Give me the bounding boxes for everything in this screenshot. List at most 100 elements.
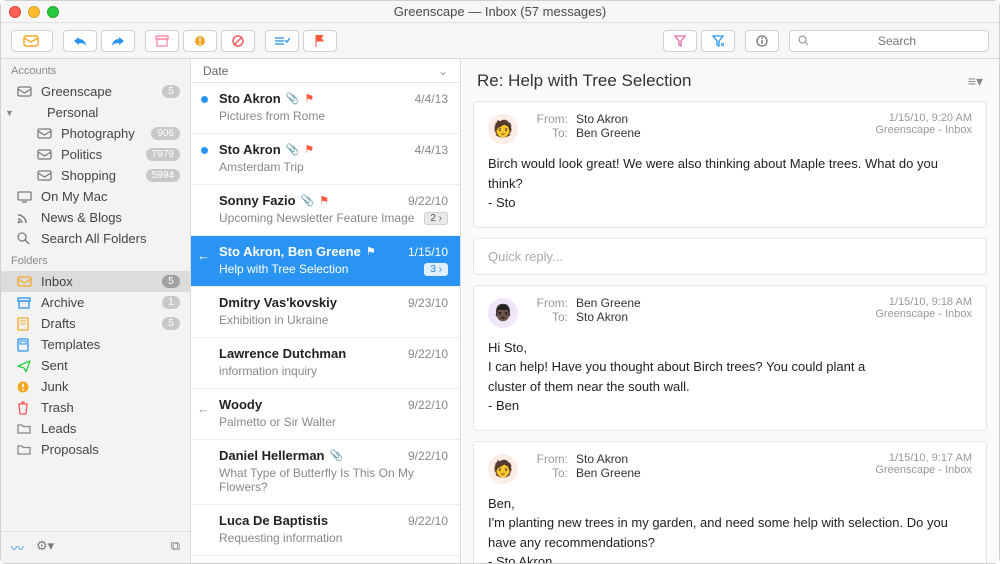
sidebar-account-item[interactable]: News & Blogs [1,207,190,228]
drafts-icon [17,317,33,331]
message-date: 4/4/13 [415,92,448,106]
activity-icon[interactable]: 〰 [11,538,24,557]
message-row[interactable]: Lawrence Dutchman9/22/10information inqu… [191,338,460,389]
sidebar-account-item[interactable]: ▼Personal [1,102,190,123]
flag-button[interactable] [303,30,337,52]
from-label: From: [528,452,568,466]
attachment-icon: 📎 [330,449,344,462]
zoom-window-button[interactable] [47,6,59,18]
sidebar-item-label: Search All Folders [41,231,180,246]
toolbar [1,23,999,59]
attachment-icon: 📎 [286,143,300,156]
sidebar-item-label: Archive [41,295,154,310]
sidebar-folder-item[interactable]: Drafts 5 [1,313,190,334]
message-from: Sto Akron, Ben Greene [219,244,361,259]
message-row[interactable]: Sto Akron📎⚑4/4/13Pictures from Rome [191,83,460,134]
sidebar-folder-item[interactable]: Sent [1,355,190,376]
from-value: Ben Greene [576,296,641,310]
message-row[interactable]: Sto Akron📎⚑4/4/13Amsterdam Trip [191,134,460,185]
reply-button[interactable] [63,30,97,52]
message-timestamp: 1/15/10, 9:17 AM [875,452,972,464]
search-icon [17,232,33,245]
message-date: 9/22/10 [408,398,448,412]
sidebar-item-label: Inbox [41,274,154,289]
message-date: 1/15/10 [408,245,448,259]
thread-count-badge: 2 › [424,212,448,225]
settings-gear-icon[interactable]: ⚙︎▾ [36,538,54,557]
forward-button[interactable] [101,30,135,52]
junk-button[interactable] [183,30,217,52]
chevron-down-icon: ⌄ [438,64,448,78]
sidebar-account-item[interactable]: Search All Folders [1,228,190,249]
inbox-icon [37,170,53,181]
message-row[interactable]: Daniel Hellerman📎9/22/10What Type of But… [191,440,460,505]
to-label: To: [528,126,568,140]
message-date: 9/22/10 [408,194,448,208]
message-folder: Greenscape - Inbox [875,308,972,320]
unread-dot-icon [201,96,208,103]
reply-arrow-icon: ← [197,401,210,416]
message-body: Hi Sto, I can help! Have you thought abo… [488,338,972,416]
from-value: Sto Akron [576,452,628,466]
list-sort-header[interactable]: Date ⌄ [191,59,460,83]
check-mail-button[interactable] [11,30,53,52]
message-from: Sto Akron [219,91,281,106]
count-badge: 7979 [146,148,180,161]
sidebar-folder-item[interactable]: Junk [1,376,190,397]
sidebar-folder-item[interactable]: Proposals [1,439,190,460]
search-field[interactable] [789,30,989,52]
disclosure-triangle-icon[interactable]: ▼ [5,108,15,118]
sidebar-item-label: Proposals [41,442,180,457]
reader-subject: Re: Help with Tree Selection [477,71,692,91]
sidebar-account-item[interactable]: Shopping5994 [1,165,190,186]
sidebar-account-item[interactable]: Greenscape5 [1,81,190,102]
search-input[interactable] [814,34,980,48]
sidebar-folder-item[interactable]: Archive1 [1,292,190,313]
toggle-sidebar-icon[interactable]: ⧉ [171,538,180,557]
message-row[interactable]: Dmitry Vas'kovskiy9/23/10Exhibition in U… [191,287,460,338]
message-row[interactable]: ←Sto Akron, Ben Greene⚑1/15/10Help with … [191,236,460,287]
sidebar-item-label: Shopping [61,168,138,183]
sidebar-item-label: Leads [41,421,180,436]
message-from: Sto Akron [219,142,281,157]
to-value: Ben Greene [576,126,641,140]
message-from: Sonny Fazio [219,193,296,208]
message-row[interactable]: ←Woody9/22/10Palmetto or Sir Walter [191,389,460,440]
unread-dot-icon [201,147,208,154]
count-badge: 906 [151,127,180,140]
from-label: From: [528,112,568,126]
sidebar-folder-item[interactable]: Trash [1,397,190,418]
avatar: 🧑 [488,114,518,144]
sidebar-item-label: Junk [41,379,180,394]
clear-filter-button[interactable] [701,30,735,52]
sidebar-item-label: Drafts [41,316,154,331]
message-row[interactable]: Sonny Fazio📎⚑9/22/10Upcoming Newsletter … [191,185,460,236]
minimize-window-button[interactable] [28,6,40,18]
quick-reply-field[interactable]: Quick reply... [473,238,987,275]
view-options-icon[interactable]: ≡▾ [968,73,983,90]
message-folder: Greenscape - Inbox [875,124,972,136]
sidebar-account-item[interactable]: On My Mac [1,186,190,207]
mark-read-button[interactable] [265,30,299,52]
flag-icon: ⚑ [366,245,376,258]
avatar: 👨🏿 [488,298,518,328]
count-badge: 5 [162,317,180,330]
info-button[interactable] [745,30,779,52]
titlebar: Greenscape — Inbox (57 messages) [1,1,999,23]
sidebar-item-label: Templates [41,337,180,352]
sidebar-folder-item[interactable]: Leads [1,418,190,439]
folder-icon [17,423,33,434]
archive-button[interactable] [145,30,179,52]
message-card: 🧑 From:Sto Akron To:Ben Greene 1/15/10, … [473,101,987,228]
sidebar-account-item[interactable]: Photography906 [1,123,190,144]
message-row[interactable]: Luca De Baptistis9/22/10Requesting infor… [191,505,460,556]
close-window-button[interactable] [9,6,21,18]
sidebar-folder-item[interactable]: Templates [1,334,190,355]
sidebar-folder-item[interactable]: Inbox5 [1,271,190,292]
avatar: 🧑 [488,454,518,484]
filter-button[interactable] [663,30,697,52]
message-card: 👨🏿 From:Ben Greene To:Sto Akron 1/15/10,… [473,285,987,431]
inbox-icon [17,276,33,287]
block-button[interactable] [221,30,255,52]
sidebar-account-item[interactable]: Politics7979 [1,144,190,165]
